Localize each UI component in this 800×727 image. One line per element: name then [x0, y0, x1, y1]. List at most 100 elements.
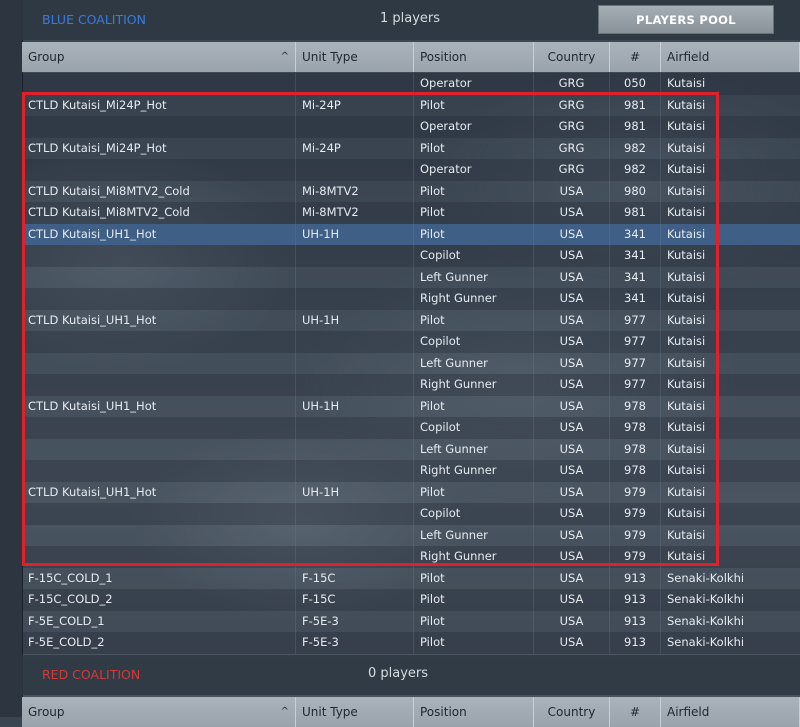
cell-number: 341 — [610, 245, 661, 267]
cell-number: 913 — [610, 567, 661, 589]
red-players-count: 0 players — [368, 666, 429, 681]
cell-unit-type: F-5E-3 — [296, 610, 414, 632]
cell-unit-type — [296, 245, 414, 267]
table-row[interactable]: Copilot USA 979 Kutaisi — [22, 503, 800, 525]
table-row[interactable]: CTLD Kutaisi_Mi8MTV2_Cold Mi-8MTV2 Pilot US… — [22, 180, 800, 202]
table-row[interactable]: F-5E_COLD_1 F-5E-3 Pilot USA 913 Senaki-Kolkh… — [22, 610, 800, 632]
left-sidebar-strip — [0, 0, 23, 717]
table-row[interactable]: Copilot USA 977 Kutaisi — [22, 331, 800, 353]
table-row[interactable]: CTLD Kutaisi_Mi8MTV2_Cold Mi-8MTV2 Pilot US… — [22, 202, 800, 224]
table-row[interactable]: CTLD Kutaisi_Mi24P_Hot Mi-24P Pilot GRG 982 K… — [22, 137, 800, 159]
cell-position: Copilot — [414, 417, 534, 439]
table-row[interactable]: CTLD Kutaisi_UH1_Hot UH-1H Pilot USA 341 Kuta… — [22, 223, 800, 245]
table-row[interactable]: CTLD Kutaisi_UH1_Hot UH-1H Pilot USA 978 Kuta… — [22, 395, 800, 417]
table-row[interactable]: F-15C_COLD_1 F-15C Pilot USA 913 Senaki-Kolkh… — [22, 567, 800, 589]
cell-group — [22, 116, 296, 138]
blue-coalition-title[interactable]: BLUE COALITION — [42, 12, 146, 27]
red-column-header-position[interactable]: Position — [414, 697, 534, 727]
table-row[interactable]: CTLD Kutaisi_Mi24P_Hot Mi-24P Pilot GRG 981 K… — [22, 94, 800, 116]
table-row[interactable]: CTLD Kutaisi_UH1_Hot UH-1H Pilot USA 979 Kuta… — [22, 481, 800, 503]
cell-group: CTLD Kutaisi_Mi8MTV2_Cold — [22, 202, 296, 224]
cell-group — [22, 245, 296, 267]
cell-number: 978 — [610, 395, 661, 417]
column-header-country[interactable]: Country — [534, 42, 610, 72]
table-row[interactable]: Right Gunner USA 978 Kutaisi — [22, 460, 800, 482]
table-row[interactable]: Operator GRG 981 Kutaisi — [22, 116, 800, 138]
table-row[interactable]: Left Gunner USA 978 Kutaisi — [22, 438, 800, 460]
cell-country: USA — [534, 632, 610, 654]
cell-number: 341 — [610, 223, 661, 245]
cell-unit-type: F-15C — [296, 567, 414, 589]
table-row[interactable]: Operator GRG 982 Kutaisi — [22, 159, 800, 181]
column-header-group[interactable]: Group ^ — [22, 42, 296, 72]
cell-group: CTLD Kutaisi_UH1_Hot — [22, 223, 296, 245]
red-column-header-group[interactable]: Group ^ — [22, 697, 296, 727]
cell-group — [22, 331, 296, 353]
red-sort-ascending-icon: ^ — [280, 706, 289, 717]
cell-country: GRG — [534, 116, 610, 138]
red-column-header-number[interactable]: # — [610, 697, 661, 727]
table-row[interactable]: Operator GRG 050 Kutaisi — [22, 73, 800, 95]
table-row[interactable]: Left Gunner USA 977 Kutaisi — [22, 352, 800, 374]
cell-group — [22, 352, 296, 374]
cell-country: USA — [534, 288, 610, 310]
table-row[interactable]: Copilot USA 341 Kutaisi — [22, 245, 800, 267]
table-row[interactable]: Left Gunner USA 341 Kutaisi — [22, 266, 800, 288]
table-row[interactable]: Right Gunner USA 977 Kutaisi — [22, 374, 800, 396]
cell-country: USA — [534, 610, 610, 632]
cell-group — [22, 546, 296, 568]
cell-number: 978 — [610, 417, 661, 439]
red-column-header-country[interactable]: Country — [534, 697, 610, 727]
cell-country: USA — [534, 395, 610, 417]
cell-country: USA — [534, 524, 610, 546]
cell-airfield: Kutaisi — [667, 484, 706, 499]
cell-number: 979 — [610, 481, 661, 503]
cell-number: 977 — [610, 309, 661, 331]
red-coalition-title[interactable]: RED COALITION — [42, 667, 140, 682]
cell-number: 979 — [610, 503, 661, 525]
cell-group — [22, 159, 296, 181]
cell-country: USA — [534, 331, 610, 353]
cell-country: USA — [534, 546, 610, 568]
cell-group — [22, 438, 296, 460]
cell-group — [22, 460, 296, 482]
players-pool-button[interactable]: PLAYERS POOL — [598, 5, 774, 34]
column-header-airfield[interactable]: Airfield — [661, 42, 800, 72]
cell-country: USA — [534, 180, 610, 202]
cell-airfield: Kutaisi — [667, 506, 706, 520]
red-column-header-unit-type[interactable]: Unit Type — [296, 697, 414, 727]
table-row[interactable]: Right Gunner USA 979 Kutaisi — [22, 546, 800, 568]
cell-airfield: Kutaisi — [667, 549, 706, 563]
cell-country: GRG — [534, 159, 610, 181]
column-header-number[interactable]: # — [610, 42, 661, 72]
cell-airfield: Kutaisi — [667, 441, 706, 456]
red-coalition-bar: RED COALITION 0 players — [22, 655, 800, 695]
cell-country: USA — [534, 417, 610, 439]
cell-position: Pilot — [414, 589, 534, 611]
red-column-header-airfield[interactable]: Airfield — [661, 697, 800, 727]
table-row[interactable]: Copilot USA 978 Kutaisi — [22, 417, 800, 439]
cell-group: F-5E_COLD_2 — [22, 632, 296, 654]
cell-airfield: Senaki-Kolkhi — [667, 613, 745, 628]
cell-country: USA — [534, 245, 610, 267]
cell-position: Pilot — [414, 610, 534, 632]
cell-country: USA — [534, 438, 610, 460]
column-header-unit-type[interactable]: Unit Type — [296, 42, 414, 72]
table-row[interactable]: Left Gunner USA 979 Kutaisi — [22, 524, 800, 546]
cell-number: 977 — [610, 352, 661, 374]
cell-number: 050 — [610, 73, 661, 95]
cell-airfield: Kutaisi — [667, 140, 706, 155]
cell-unit-type — [296, 288, 414, 310]
cell-number: 341 — [610, 266, 661, 288]
column-header-position[interactable]: Position — [414, 42, 534, 72]
cell-number: 913 — [610, 589, 661, 611]
table-row[interactable]: F-15C_COLD_2 F-15C Pilot USA 913 Senaki-Kolkh… — [22, 589, 800, 611]
cell-group — [22, 266, 296, 288]
cell-number: 979 — [610, 524, 661, 546]
cell-unit-type — [296, 352, 414, 374]
cell-airfield: Kutaisi — [667, 463, 706, 477]
cell-number: 979 — [610, 546, 661, 568]
table-row[interactable]: Right Gunner USA 341 Kutaisi — [22, 288, 800, 310]
table-row[interactable]: F-5E_COLD_2 F-5E-3 Pilot USA 913 Senaki-Kolkh… — [22, 632, 800, 654]
table-row[interactable]: CTLD Kutaisi_UH1_Hot UH-1H Pilot USA 977 Kuta… — [22, 309, 800, 331]
